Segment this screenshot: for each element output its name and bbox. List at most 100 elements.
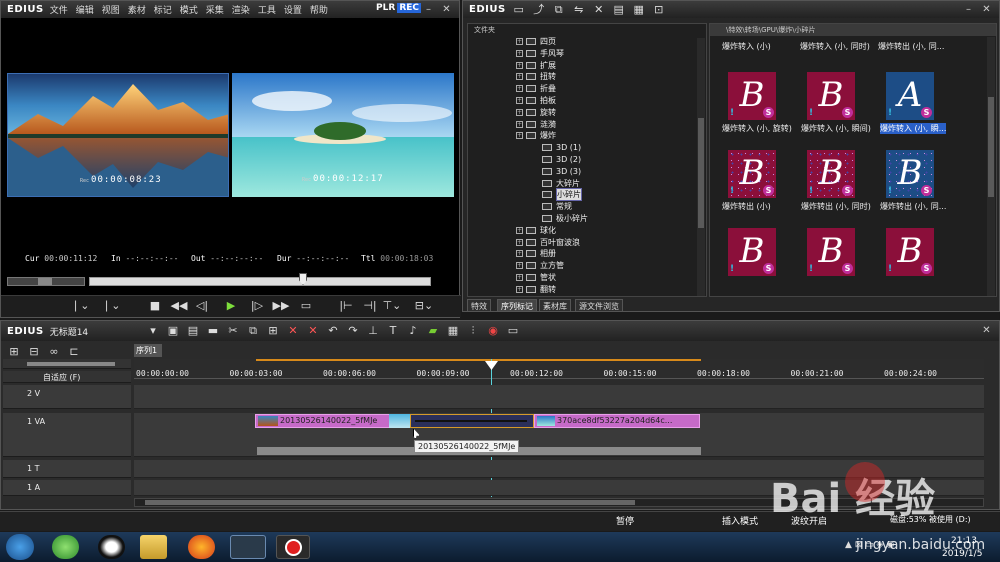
audio-record-icon[interactable]: ♪ xyxy=(406,324,420,338)
text-icon[interactable]: T xyxy=(386,324,400,338)
multicam-icon[interactable]: ▦ xyxy=(446,324,460,338)
loop-icon[interactable]: ▭ xyxy=(298,298,314,314)
tree-scrollbar[interactable] xyxy=(697,38,705,296)
effect-label[interactable]: 爆炸转出 (小, 同... xyxy=(880,201,946,212)
menu-item-10[interactable]: 帮助 xyxy=(310,6,328,16)
expand-icon[interactable]: + xyxy=(516,262,523,270)
tree-item[interactable]: 3D (3) xyxy=(532,166,581,177)
recorder-screen[interactable]: Rec 00:00:12:17 xyxy=(232,73,454,197)
sync-lock-icon[interactable]: ⊟ xyxy=(27,345,41,359)
taskbar-edius-icon[interactable] xyxy=(230,535,266,559)
transition-marker[interactable] xyxy=(389,414,411,428)
tree-item[interactable]: + 折叠 xyxy=(516,83,556,94)
library-tab[interactable]: 源文件浏览 xyxy=(575,299,623,312)
tree-item[interactable]: + 爆炸 xyxy=(516,130,556,141)
menu-item-6[interactable]: 采集 xyxy=(206,6,224,16)
effect-label[interactable]: 爆炸转入 (小, 同时) xyxy=(800,41,870,52)
view-icon[interactable]: ▦ xyxy=(632,3,646,17)
effect-thumbnail[interactable]: B S! xyxy=(886,150,934,198)
taskbar-folder-icon[interactable] xyxy=(140,535,167,559)
up-folder-icon[interactable]: ⤴ xyxy=(532,3,546,17)
menu-item-3[interactable]: 素材 xyxy=(128,6,146,16)
sequence-tab[interactable]: 序列1 xyxy=(134,344,162,357)
effect-thumbnail[interactable]: B S! xyxy=(728,150,776,198)
effect-label[interactable]: 爆炸转出 (小, 同时) xyxy=(801,201,871,212)
expand-icon[interactable]: + xyxy=(516,108,523,116)
step-forward-icon[interactable]: |▷ xyxy=(249,298,265,314)
library-minimize-icon[interactable]: – xyxy=(962,3,975,16)
effect-thumbnail[interactable]: B S! xyxy=(886,228,934,276)
ripple-delete-icon[interactable]: ✕ xyxy=(306,324,320,338)
expand-icon[interactable]: + xyxy=(516,250,523,258)
stop-icon[interactable]: ■ xyxy=(148,298,162,314)
sequence-settings-icon[interactable]: ▭ xyxy=(506,324,520,338)
render-icon[interactable]: ▰ xyxy=(426,324,440,338)
shuttle-slider[interactable] xyxy=(7,277,85,286)
taskbar-recorder-icon[interactable] xyxy=(276,535,310,559)
output-icon[interactable]: ⊟⌄ xyxy=(413,298,435,314)
track-header-1va[interactable]: 1 VA xyxy=(3,413,131,457)
expand-icon[interactable]: + xyxy=(516,61,523,69)
effect-label[interactable]: 爆炸转入 (小, 瞬间) xyxy=(801,123,871,134)
overwrite-icon[interactable]: ⊣| xyxy=(359,298,381,314)
tree-item[interactable]: 极小碎片 xyxy=(532,213,588,224)
undo-icon[interactable]: ↶ xyxy=(326,324,340,338)
expand-icon[interactable]: + xyxy=(516,226,523,234)
tree-item[interactable]: 常规 xyxy=(532,201,572,212)
effect-label[interactable]: 爆炸转入 (小) xyxy=(722,41,771,52)
library-tab[interactable]: 特效 xyxy=(467,299,491,312)
expand-icon[interactable]: + xyxy=(516,38,523,45)
effect-thumbnail[interactable]: A S! xyxy=(886,72,934,120)
tree-item[interactable]: + 涟漪 xyxy=(516,119,556,130)
tree-item[interactable]: + 管状 xyxy=(516,272,556,283)
tree-item[interactable]: + 相册 xyxy=(516,248,556,259)
rec-badge[interactable]: REC xyxy=(397,3,421,13)
zoom-slider[interactable] xyxy=(3,359,131,369)
effect-thumbnail[interactable]: B S! xyxy=(807,72,855,120)
tree-item[interactable]: + 旋转 xyxy=(516,107,556,118)
grid-scrollbar[interactable] xyxy=(987,37,995,296)
expand-icon[interactable]: + xyxy=(516,132,523,140)
tree-item[interactable]: + 立方管 xyxy=(516,260,564,271)
redo-icon[interactable]: ↷ xyxy=(346,324,360,338)
effect-label[interactable]: 爆炸转入 (小, 旋转) xyxy=(722,123,792,134)
expand-icon[interactable]: + xyxy=(516,73,523,81)
taskbar-qq-icon[interactable] xyxy=(98,535,125,559)
tree-item[interactable]: + 翻转 xyxy=(516,284,556,295)
timeline-clip-2[interactable]: 370ace8df53227a204d64c... xyxy=(534,414,700,428)
mode-selector[interactable]: 自适应 (F) xyxy=(3,371,131,383)
plr-badge[interactable]: PLR xyxy=(374,3,397,13)
effect-thumbnail[interactable]: B S! xyxy=(728,228,776,276)
timeline-close-icon[interactable]: ✕ xyxy=(980,324,993,337)
transition-effect[interactable] xyxy=(410,414,534,428)
move-icon[interactable]: ⇋ xyxy=(572,3,586,17)
play-icon[interactable]: ▶ xyxy=(223,298,239,314)
taskbar-app-green[interactable] xyxy=(52,535,79,559)
fast-forward-icon[interactable]: ▶▶ xyxy=(271,298,291,314)
menu-item-5[interactable]: 模式 xyxy=(180,6,198,16)
expand-icon[interactable]: + xyxy=(516,238,523,246)
effect-thumbnail[interactable]: B S! xyxy=(807,228,855,276)
snap-icon[interactable]: ⊥ xyxy=(366,324,380,338)
track-header-2v[interactable]: 2 V xyxy=(3,385,131,409)
close-icon[interactable]: ✕ xyxy=(440,3,453,16)
copy-clip-icon[interactable]: ⧉ xyxy=(246,324,260,338)
tree-item[interactable]: + 四页 xyxy=(516,36,556,47)
timeline-clip-1[interactable]: 20130526140022_5fMJe xyxy=(255,414,410,428)
start-button[interactable] xyxy=(6,534,34,560)
new-sequence-icon[interactable]: ▣ xyxy=(166,324,180,338)
delete-clip-icon[interactable]: ✕ xyxy=(286,324,300,338)
delete-icon[interactable]: ✕ xyxy=(592,3,606,17)
tree-item[interactable]: + 手风琴 xyxy=(516,48,564,59)
project-settings-icon[interactable]: ▾ xyxy=(146,324,160,338)
effect-label[interactable]: 爆炸转入 (小, 瞬... xyxy=(880,123,947,134)
effect-thumbnail[interactable]: B S! xyxy=(807,150,855,198)
tree-item[interactable]: 大碎片 xyxy=(532,178,580,189)
cut-icon[interactable]: ✂ xyxy=(226,324,240,338)
marker-icon[interactable]: ◉ xyxy=(486,324,500,338)
tree-item[interactable]: + 百叶窗波浪 xyxy=(516,237,580,248)
group-icon[interactable]: ⊏ xyxy=(67,345,81,359)
menu-item-9[interactable]: 设置 xyxy=(284,6,302,16)
library-close-icon[interactable]: ✕ xyxy=(980,3,993,16)
tree-item[interactable]: + 球化 xyxy=(516,225,556,236)
